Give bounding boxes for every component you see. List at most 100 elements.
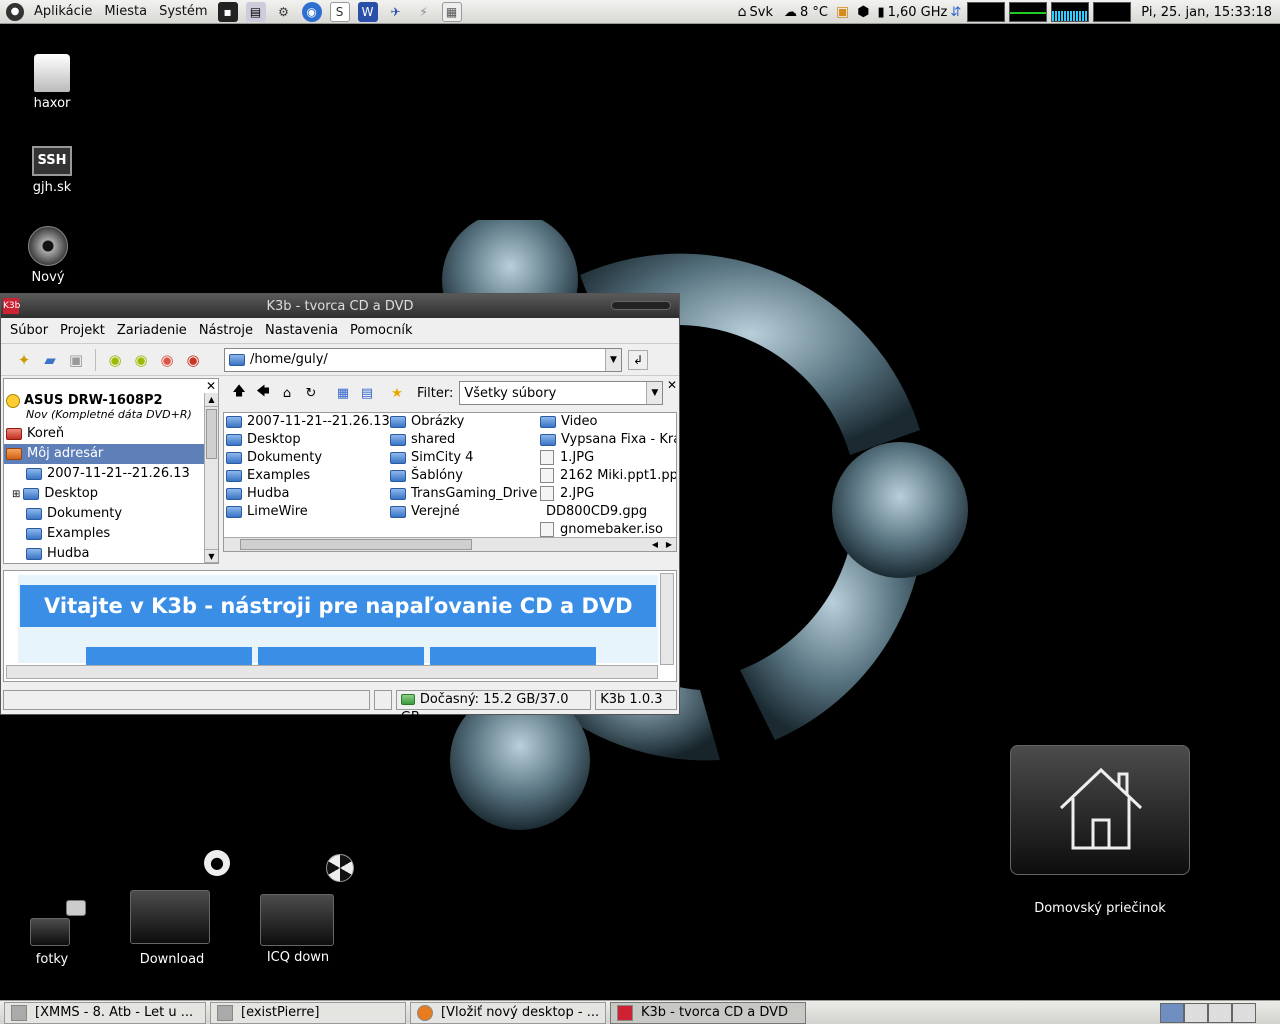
list-item[interactable]: Šablóny bbox=[388, 467, 538, 485]
scroll-down-icon[interactable]: ▼ bbox=[205, 549, 218, 563]
welcome-action[interactable] bbox=[86, 647, 252, 667]
welcome-action[interactable] bbox=[258, 647, 424, 667]
browser-icon[interactable]: ◉ bbox=[301, 1, 322, 22]
menu-file[interactable]: Súbor bbox=[5, 323, 53, 338]
scroll-right-icon[interactable]: ▶ bbox=[662, 538, 676, 551]
desktop-icon-dvd[interactable]: Nový bbox=[18, 226, 78, 285]
list-item[interactable]: Obrázky bbox=[388, 413, 538, 431]
system-monitor-mem[interactable] bbox=[1009, 2, 1048, 22]
save-icon[interactable]: ▣ bbox=[63, 347, 89, 373]
tree-item-home[interactable]: Môj adresár bbox=[4, 444, 218, 464]
task-button-active[interactable]: K3b - tvorca CD a DVD bbox=[610, 1001, 806, 1024]
close-icon[interactable]: ✕ bbox=[206, 380, 216, 392]
list-item[interactable]: Examples bbox=[224, 467, 388, 485]
desktop-icon-haxor[interactable]: haxor bbox=[22, 54, 82, 111]
list-item[interactable]: Dokumenty bbox=[224, 449, 388, 467]
device-entry[interactable]: ASUS DRW-1608P2 Nov (Kompletné dáta DVD+… bbox=[4, 393, 218, 424]
filter-combo[interactable]: Všetky súbory ▼ bbox=[459, 381, 664, 405]
go-icon[interactable]: ↲ bbox=[628, 349, 648, 370]
tree-item[interactable]: 2007-11-21--21.26.13 bbox=[4, 464, 218, 484]
icon-view-icon[interactable]: ▦ bbox=[331, 380, 355, 406]
tree-item[interactable]: Hudba bbox=[4, 544, 218, 563]
desktop-icon-ssh[interactable]: SSH gjh.sk bbox=[22, 146, 82, 195]
task-button[interactable]: [Vložiť nový desktop - ... bbox=[410, 1001, 606, 1024]
skype-icon[interactable]: S bbox=[329, 1, 350, 22]
scroll-left-icon[interactable]: ◀ bbox=[648, 538, 662, 551]
desktop-icon-icq[interactable]: ICQ down bbox=[256, 854, 354, 965]
gnome-foot-icon[interactable]: ● bbox=[6, 2, 24, 21]
chevron-down-icon[interactable]: ▼ bbox=[646, 382, 663, 404]
cd-copy-icon[interactable]: ◉ bbox=[102, 347, 128, 373]
reload-icon[interactable]: ↻ bbox=[299, 380, 323, 406]
new-project-icon[interactable]: ✦ bbox=[11, 347, 37, 373]
task-button[interactable]: [existPierre] bbox=[210, 1001, 406, 1024]
list-item[interactable]: 2007-11-21--21.26.13 bbox=[224, 413, 390, 431]
weather-applet[interactable]: ⌂ Svk ☁ 8 °C bbox=[734, 4, 832, 20]
clock[interactable]: Pi, 25. jan, 15:33:18 bbox=[1133, 5, 1280, 20]
expand-icon[interactable]: ⊞ bbox=[12, 489, 20, 500]
bookmark-star-icon[interactable]: ★ bbox=[385, 380, 409, 406]
dvd-copy-icon[interactable]: ◉ bbox=[128, 347, 154, 373]
welcome-scrollbar[interactable] bbox=[660, 573, 674, 665]
lightning-icon[interactable]: ⚡ bbox=[414, 2, 434, 22]
workspace-switcher[interactable] bbox=[1160, 1002, 1256, 1023]
cd-burn-icon[interactable]: ◉ bbox=[154, 347, 180, 373]
package-icon[interactable]: ▤ bbox=[245, 1, 266, 22]
chart-app-icon[interactable]: W bbox=[357, 1, 378, 22]
system-monitor-load[interactable] bbox=[1093, 2, 1132, 22]
welcome-action[interactable] bbox=[430, 647, 596, 667]
menu-applications[interactable]: Aplikácie bbox=[28, 4, 98, 19]
path-combo[interactable]: /home/guly/ ▼ bbox=[224, 347, 622, 372]
messenger-icon[interactable]: ✈ bbox=[386, 2, 406, 22]
menu-help[interactable]: Pomocník bbox=[345, 323, 417, 338]
detail-view-icon[interactable]: ▤ bbox=[355, 380, 379, 406]
list-item[interactable]: TransGaming_Drive bbox=[388, 485, 538, 503]
dvd-burn-icon[interactable]: ◉ bbox=[180, 347, 206, 373]
tree-item[interactable]: ⊞ Desktop bbox=[4, 484, 218, 504]
tree-scrollbar[interactable]: ▲ ▼ bbox=[204, 393, 218, 563]
desktop-icon-download[interactable]: ● Download bbox=[128, 850, 230, 967]
chevron-down-icon[interactable]: ▼ bbox=[605, 348, 621, 371]
list-item[interactable]: Desktop bbox=[224, 431, 388, 449]
list-item[interactable]: Video bbox=[538, 413, 676, 431]
task-button[interactable]: [XMMS - 8. Atb - Let u ... bbox=[4, 1001, 206, 1024]
file-list-scrollbar[interactable]: ◀ ▶ bbox=[224, 537, 676, 551]
menu-settings[interactable]: Nastavenia bbox=[260, 323, 343, 338]
tools-icon[interactable]: ⚙ bbox=[274, 2, 294, 22]
tree-item-root[interactable]: Koreň bbox=[4, 424, 218, 444]
menu-device[interactable]: Zariadenie bbox=[112, 323, 192, 338]
system-monitor-net[interactable] bbox=[1051, 2, 1090, 22]
system-monitor-cpu[interactable] bbox=[967, 2, 1006, 22]
tree-item[interactable]: Examples bbox=[4, 524, 218, 544]
k3b-app-icon[interactable]: K3b bbox=[3, 298, 20, 314]
list-item[interactable]: 2162 Miki.ppt1.pps bbox=[538, 467, 676, 485]
cpu-freq-applet[interactable]: ▮ 1,60 GHz ⇵ bbox=[873, 5, 965, 20]
welcome-hscrollbar[interactable] bbox=[6, 665, 658, 679]
up-icon[interactable]: 🡅 bbox=[227, 380, 251, 406]
notes-icon[interactable]: ▣ bbox=[832, 4, 853, 20]
list-item[interactable]: LimeWire bbox=[224, 503, 388, 521]
menu-system[interactable]: Systém bbox=[153, 4, 213, 19]
list-item[interactable]: Verejné bbox=[388, 503, 538, 521]
close-icon[interactable]: ✕ bbox=[667, 379, 677, 391]
desktop-icon-home[interactable]: Domovský priečinok bbox=[1010, 745, 1190, 916]
list-item[interactable]: DD800CD9.gpg bbox=[538, 503, 676, 521]
temp-space-status[interactable]: Dočasný: 15.2 GB/37.0 GB bbox=[395, 690, 592, 725]
home-icon[interactable]: ⌂ bbox=[275, 380, 299, 406]
menu-tools[interactable]: Nástroje bbox=[194, 323, 258, 338]
window-titlebar[interactable]: K3b K3b - tvorca CD a DVD bbox=[1, 294, 679, 318]
scroll-up-icon[interactable]: ▲ bbox=[205, 393, 218, 407]
list-item[interactable]: Vypsana Fixa - Kra bbox=[538, 431, 676, 449]
open-icon[interactable]: ▰ bbox=[37, 347, 63, 373]
tree-item[interactable]: Dokumenty bbox=[4, 504, 218, 524]
list-item[interactable]: 1.JPG bbox=[538, 449, 676, 467]
shield-icon[interactable]: ⬢ bbox=[853, 4, 873, 20]
list-item[interactable]: shared bbox=[388, 431, 538, 449]
calculator-icon[interactable]: ▦ bbox=[441, 1, 462, 22]
menu-project[interactable]: Projekt bbox=[55, 323, 110, 338]
desktop-icon-fotky[interactable]: fotky bbox=[24, 900, 86, 967]
list-item[interactable]: Hudba bbox=[224, 485, 388, 503]
list-item[interactable]: SimCity 4 bbox=[388, 449, 538, 467]
terminal-icon[interactable]: ▪ bbox=[217, 1, 238, 22]
back-icon[interactable]: 🡄 bbox=[251, 380, 275, 406]
